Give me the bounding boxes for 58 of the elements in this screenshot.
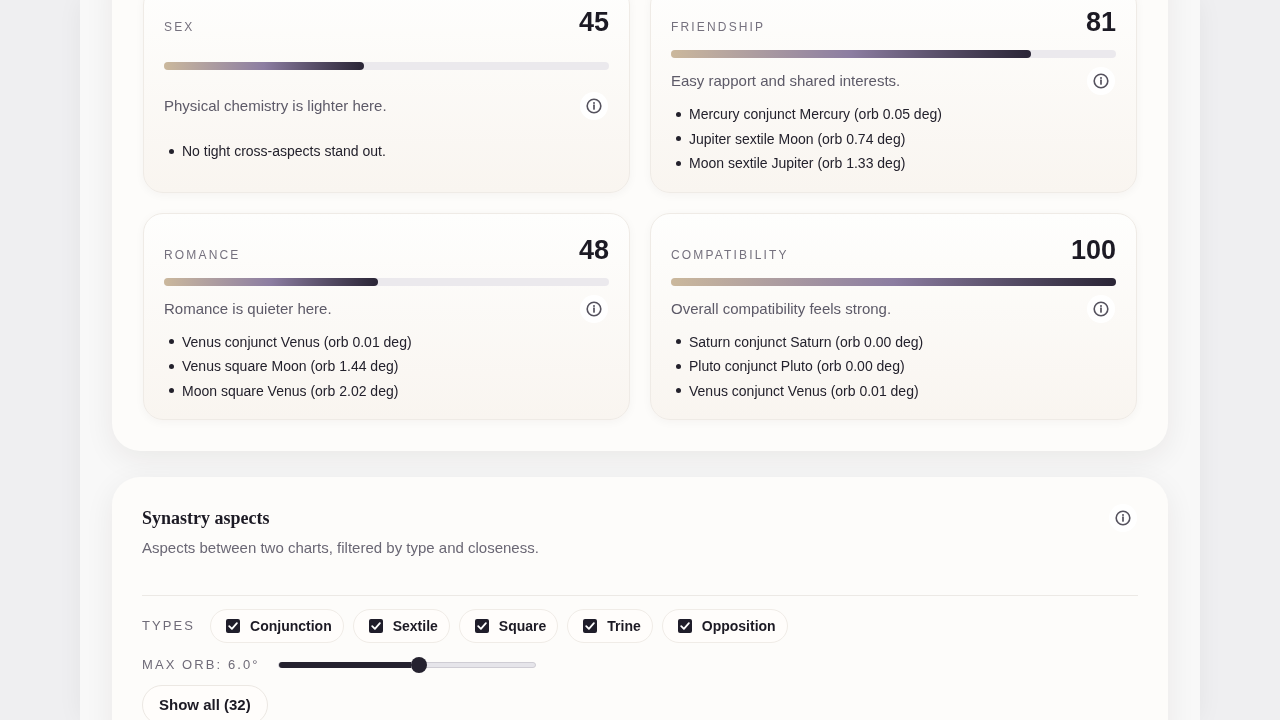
bullet-icon [676, 339, 681, 345]
info-button[interactable] [1087, 294, 1115, 323]
bullet-icon [676, 111, 681, 117]
bullet-icon [676, 388, 681, 394]
checkbox[interactable] [677, 619, 692, 633]
type-filter-chip[interactable]: Square [458, 609, 559, 643]
bullet-icon [676, 160, 681, 166]
checkbox[interactable] [474, 619, 489, 633]
type-filter-chip[interactable]: Trine [567, 609, 653, 643]
aspect-item: Venus conjunct Venus (orb 0.01 deg) [689, 381, 919, 401]
score-label: COMPATIBILITY [671, 246, 789, 264]
aspect-item: Venus conjunct Venus (orb 0.01 deg) [182, 332, 412, 352]
info-button[interactable] [580, 294, 608, 323]
aspect-item: Mercury conjunct Mercury (orb 0.05 deg) [689, 105, 942, 124]
slider-thumb[interactable] [411, 657, 428, 673]
checkbox[interactable] [368, 619, 383, 633]
bullet-icon [169, 148, 174, 154]
bullet-icon [169, 363, 174, 369]
aspect-item: Venus square Moon (orb 1.44 deg) [182, 357, 399, 376]
aspect-item: Pluto conjunct Pluto (orb 0.00 deg) [689, 357, 905, 376]
section-subtitle: Aspects between two charts, filtered by type and closeness. [142, 538, 539, 558]
bullet-icon [169, 388, 174, 394]
score-label: FRIENDSHIP [671, 19, 766, 36]
info-icon [1093, 73, 1109, 89]
score-value: 48 [578, 233, 609, 266]
type-filter-chip[interactable]: Opposition [661, 609, 788, 643]
info-icon [1093, 300, 1109, 317]
show-all-button[interactable]: Show all (32) [142, 685, 268, 720]
score-summary: Easy rapport and shared interests. [671, 71, 901, 91]
aspect-item: Moon square Venus (orb 2.02 deg) [182, 381, 399, 401]
section-title: Synastry aspects [142, 507, 271, 529]
score-label: SEX [164, 19, 195, 36]
score-label: ROMANCE [164, 246, 241, 264]
aspect-item: Moon sextile Jupiter (orb 1.33 deg) [689, 154, 906, 173]
info-icon [1115, 510, 1131, 526]
info-button[interactable] [580, 91, 608, 120]
score-value: 100 [1070, 233, 1116, 266]
type-filter-chip[interactable]: Sextile [352, 609, 450, 643]
bullet-icon [169, 339, 174, 345]
score-value: 45 [578, 6, 609, 38]
bullet-icon [676, 136, 681, 142]
score-value: 81 [1085, 6, 1116, 38]
slider-label: MAX ORB: 6.0° [142, 656, 260, 675]
info-button[interactable] [1109, 504, 1137, 532]
aspect-item: Saturn conjunct Saturn (orb 0.00 deg) [689, 332, 924, 352]
info-icon [586, 97, 602, 114]
aspect-item: Jupiter sextile Moon (orb 0.74 deg) [689, 129, 906, 149]
score-summary: Physical chemistry is lighter here. [164, 95, 387, 116]
type-filter-chip[interactable]: Conjunction [210, 609, 344, 643]
checkbox[interactable] [583, 619, 598, 633]
filter-label: TYPES [142, 617, 196, 636]
bullet-icon [676, 363, 681, 369]
score-summary: Romance is quieter here. [164, 298, 332, 319]
checkbox[interactable] [226, 619, 241, 633]
score-summary: Overall compatibility feels strong. [671, 298, 892, 319]
info-icon [586, 300, 602, 317]
info-button[interactable] [1087, 67, 1115, 95]
aspect-item: No tight cross-aspects stand out. [182, 141, 386, 161]
